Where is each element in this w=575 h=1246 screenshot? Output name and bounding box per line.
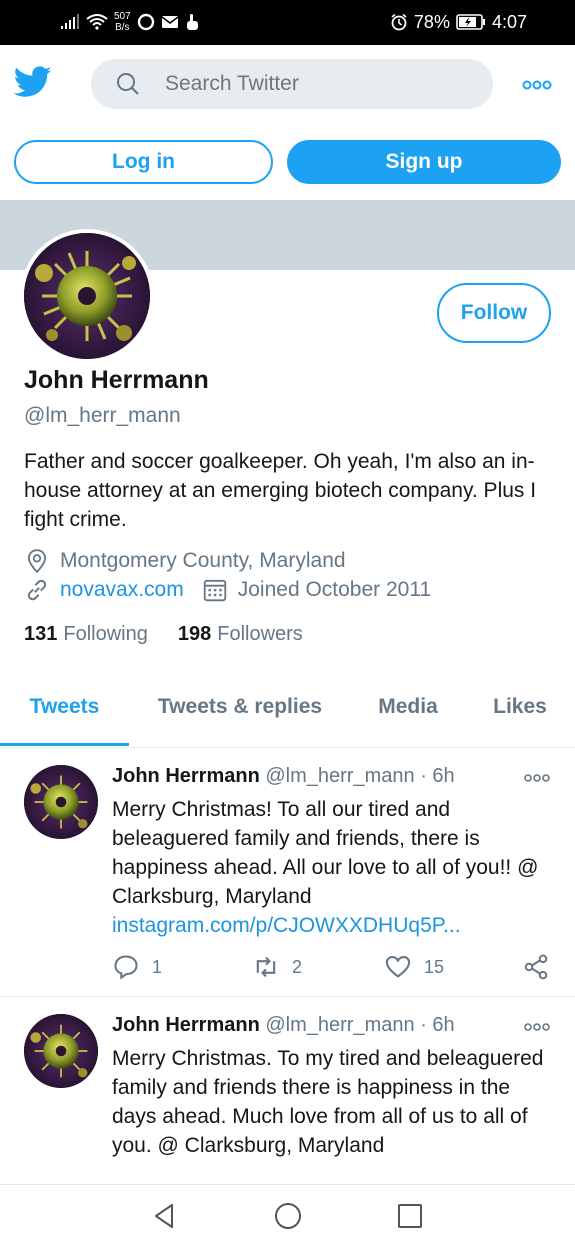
tweet-text: Merry Christmas. To my tired and beleagu… bbox=[112, 1044, 552, 1160]
tweet-avatar[interactable] bbox=[24, 1014, 98, 1088]
login-button[interactable]: Log in bbox=[14, 140, 273, 184]
status-bar: 507 B/s 78% 4:07 bbox=[0, 0, 575, 45]
wifi-icon bbox=[86, 14, 108, 30]
reply-action[interactable]: 1 bbox=[112, 953, 162, 981]
profile-name: John Herrmann bbox=[24, 366, 209, 394]
tweet-author-handle[interactable]: @lm_herr_mann bbox=[265, 1014, 414, 1036]
tweet-body: Merry Christmas. To my tired and beleagu… bbox=[112, 1047, 544, 1157]
profile-location: Montgomery County, Maryland bbox=[60, 549, 346, 572]
tweet-link[interactable]: instagram.com/p/CJOWXXDHUq5P... bbox=[112, 911, 552, 940]
reply-count: 1 bbox=[152, 956, 163, 977]
profile-meta-row: novavax.com Joined October 2011 bbox=[24, 576, 431, 604]
tab-tweets[interactable]: Tweets bbox=[0, 680, 129, 746]
tweet-more-icon[interactable] bbox=[524, 1022, 550, 1032]
tweet-more-icon[interactable] bbox=[524, 773, 550, 783]
tab-likes[interactable]: Likes bbox=[478, 680, 562, 746]
tweet[interactable]: John Herrmann @lm_herr_mann · 6h Merry C… bbox=[0, 749, 575, 997]
profile-avatar[interactable] bbox=[20, 229, 154, 363]
tab-media[interactable]: Media bbox=[360, 680, 456, 746]
search-input[interactable] bbox=[165, 59, 465, 109]
search-bar[interactable] bbox=[91, 59, 493, 109]
tweet-text: Merry Christmas! To all our tired and be… bbox=[112, 795, 552, 940]
network-speed-value: 507 bbox=[114, 11, 131, 22]
profile-tabs: Tweets Tweets & replies Media Likes bbox=[0, 680, 575, 748]
tweet-header: John Herrmann @lm_herr_mann · 6h bbox=[112, 1014, 455, 1037]
clock: 4:07 bbox=[491, 11, 527, 32]
system-navigation-bar bbox=[0, 1184, 575, 1246]
tweet-time: · 6h bbox=[420, 1014, 455, 1036]
like-action[interactable]: 15 bbox=[384, 953, 444, 981]
follow-button[interactable]: Follow bbox=[437, 283, 551, 343]
search-icon bbox=[117, 73, 139, 95]
virus-image bbox=[24, 765, 98, 839]
tweet-author-name[interactable]: John Herrmann bbox=[112, 765, 260, 787]
home-icon[interactable] bbox=[273, 1201, 303, 1231]
like-count: 15 bbox=[424, 956, 445, 977]
tab-tweets-and-replies[interactable]: Tweets & replies bbox=[140, 680, 340, 746]
mail-icon bbox=[161, 16, 179, 28]
virus-image bbox=[24, 1014, 98, 1088]
more-options-icon[interactable] bbox=[522, 79, 552, 91]
battery-icon bbox=[456, 14, 485, 30]
following-count[interactable]: 131 bbox=[24, 623, 57, 646]
network-speed-unit: B/s bbox=[115, 22, 130, 33]
tweet-actions: 1 2 15 bbox=[112, 953, 552, 983]
tweet-avatar[interactable] bbox=[24, 765, 98, 839]
calendar-icon bbox=[203, 579, 226, 602]
retweet-icon bbox=[256, 956, 276, 978]
back-icon[interactable] bbox=[150, 1201, 180, 1231]
retweet-count: 2 bbox=[292, 956, 303, 977]
profile-joined: Joined October 2011 bbox=[237, 578, 432, 601]
retweet-action[interactable]: 2 bbox=[252, 953, 302, 981]
signup-button[interactable]: Sign up bbox=[287, 140, 561, 184]
touch-icon bbox=[186, 14, 198, 30]
battery-percent: 78% bbox=[413, 11, 450, 32]
recents-icon[interactable] bbox=[395, 1201, 425, 1231]
followers-count[interactable]: 198 bbox=[178, 623, 211, 646]
profile-bio: Father and soccer goalkeeper. Oh yeah, I… bbox=[24, 450, 537, 531]
tweet-author-name[interactable]: John Herrmann bbox=[112, 1014, 260, 1036]
profile-handle: @lm_herr_mann bbox=[24, 404, 181, 427]
twitter-logo-icon[interactable] bbox=[14, 65, 52, 99]
followers-label[interactable]: Followers bbox=[217, 623, 303, 646]
location-pin-icon bbox=[27, 549, 47, 574]
tweet-time: · 6h bbox=[420, 765, 455, 787]
signal-icon bbox=[61, 14, 79, 29]
heart-icon bbox=[385, 956, 411, 978]
virus-image bbox=[24, 233, 150, 359]
tweet-body: Merry Christmas! To all our tired and be… bbox=[112, 798, 539, 908]
tweet-author-handle[interactable]: @lm_herr_mann bbox=[265, 765, 414, 787]
tweet-header: John Herrmann @lm_herr_mann · 6h bbox=[112, 765, 455, 788]
following-label[interactable]: Following bbox=[63, 623, 147, 646]
alarm-icon bbox=[391, 13, 407, 31]
tweet[interactable]: John Herrmann @lm_herr_mann · 6h Merry C… bbox=[0, 998, 575, 1184]
profile-counts: 131 Following 198 Followers bbox=[24, 620, 303, 648]
link-icon bbox=[27, 579, 47, 601]
profile-website-link[interactable]: novavax.com bbox=[60, 578, 184, 602]
top-header bbox=[0, 45, 575, 127]
reply-icon bbox=[114, 955, 138, 980]
share-icon[interactable] bbox=[522, 953, 550, 981]
profile-location-row: Montgomery County, Maryland bbox=[24, 547, 346, 575]
circle-notification-icon bbox=[137, 13, 154, 31]
network-speed: 507 B/s bbox=[114, 11, 131, 33]
